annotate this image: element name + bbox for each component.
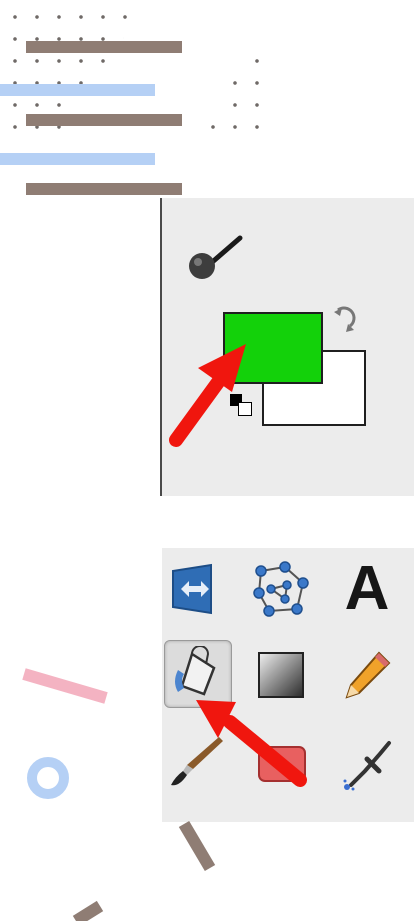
blue-ring-decoration [27, 757, 69, 799]
brown-bar-decoration [178, 820, 216, 872]
red-arrow-annotation [196, 700, 307, 787]
brown-bar-decoration [72, 900, 104, 921]
pink-bar-decoration [22, 668, 108, 704]
annotation-layer [22, 344, 307, 921]
red-arrow-annotation [169, 344, 246, 447]
